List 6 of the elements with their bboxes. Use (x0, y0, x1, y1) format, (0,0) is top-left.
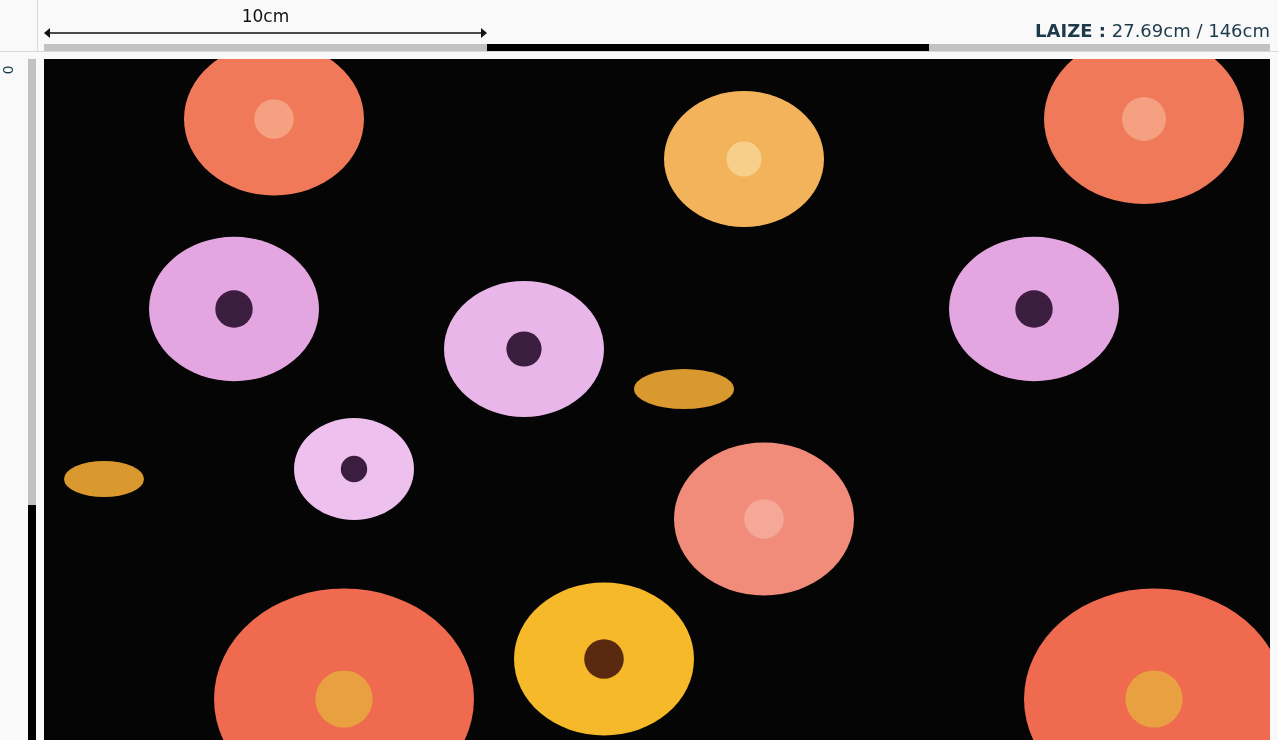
dimension-arrow-icon (44, 27, 487, 39)
horizontal-scrollbar[interactable] (44, 44, 1270, 51)
measure-label: 10cm (241, 6, 290, 26)
ruler-label: 0 (0, 65, 17, 75)
width-info: LAIZE : 27.69cm / 146cm (1035, 20, 1270, 41)
vertical-scrollbar[interactable] (28, 59, 36, 740)
